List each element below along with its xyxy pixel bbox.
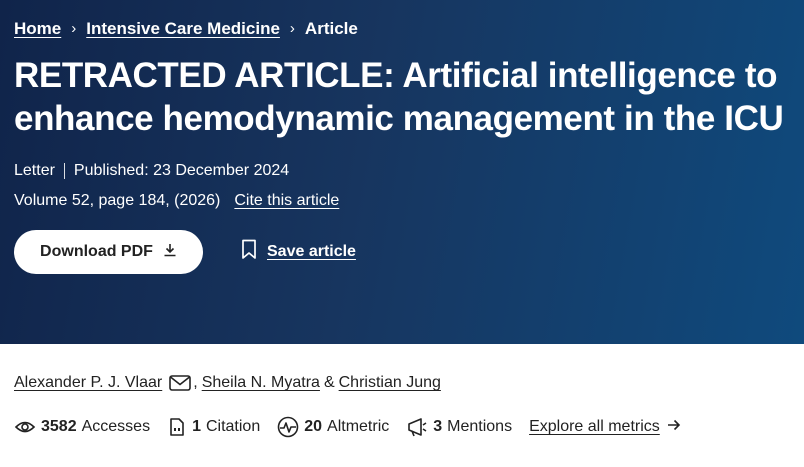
download-pdf-button[interactable]: Download PDF — [14, 230, 203, 274]
meta-divider — [63, 163, 65, 179]
article-header: Home › Intensive Care Medicine › Article… — [0, 0, 804, 344]
altmetric-metric: 20 Altmetric — [277, 416, 389, 438]
bookmark-icon — [241, 239, 257, 265]
mail-icon[interactable] — [169, 375, 192, 391]
download-icon — [163, 243, 177, 262]
save-article-label: Save article — [267, 243, 356, 260]
article-meta: Letter Published: 23 December 2024 — [14, 162, 790, 180]
author-link[interactable]: Alexander P. J. Vlaar — [14, 374, 162, 392]
article-metrics: 3582 Accesses 1 Citation 20 Altmetric 3 … — [14, 416, 804, 438]
cite-article-link[interactable]: Cite this article — [234, 192, 339, 210]
accesses-value: 3582 — [41, 418, 77, 435]
mentions-metric: 3 Mentions — [406, 416, 512, 438]
save-article-button[interactable]: Save article — [241, 239, 356, 265]
altmetric-icon — [277, 416, 299, 438]
volume-info: Volume 52, page 184, (2026) — [14, 192, 221, 209]
accesses-metric: 3582 Accesses — [14, 417, 150, 437]
arrow-right-icon — [667, 418, 681, 436]
author-link[interactable]: Christian Jung — [339, 374, 441, 392]
breadcrumb-journal-link[interactable]: Intensive Care Medicine — [86, 18, 280, 40]
megaphone-icon — [406, 416, 428, 438]
citation-metric: 1 Citation — [167, 417, 260, 437]
accesses-label: Accesses — [81, 418, 151, 435]
explore-metrics-link[interactable]: Explore all metrics — [529, 418, 681, 436]
citation-value: 1 — [192, 418, 201, 435]
article-volume-line: Volume 52, page 184, (2026) Cite this ar… — [14, 192, 790, 210]
explore-metrics-label: Explore all metrics — [529, 418, 660, 435]
breadcrumb-home-link[interactable]: Home — [14, 18, 61, 40]
citation-label: Citation — [205, 418, 261, 435]
page-title: RETRACTED ARTICLE: Artificial intelligen… — [14, 56, 784, 138]
citation-icon — [167, 417, 187, 437]
chevron-right-icon: › — [289, 20, 295, 37]
eye-icon — [14, 417, 36, 437]
article-type: Letter — [14, 162, 55, 179]
article-actions: Download PDF Save article — [14, 230, 790, 274]
author-link[interactable]: Sheila N. Myatra — [202, 374, 320, 392]
mentions-label: Mentions — [447, 418, 513, 435]
breadcrumb-current: Article — [304, 19, 358, 38]
author-list: Alexander P. J. Vlaar , Sheila N. Myatra… — [14, 374, 804, 392]
author-separator: , — [193, 374, 198, 391]
chevron-right-icon: › — [71, 20, 77, 37]
published-date: Published: 23 December 2024 — [73, 162, 290, 179]
author-conjunction: & — [323, 374, 335, 391]
altmetric-value: 20 — [304, 418, 323, 435]
mentions-value: 3 — [433, 418, 443, 435]
breadcrumb: Home › Intensive Care Medicine › Article — [14, 18, 790, 40]
download-pdf-label: Download PDF — [40, 243, 153, 260]
altmetric-label: Altmetric — [327, 418, 390, 435]
